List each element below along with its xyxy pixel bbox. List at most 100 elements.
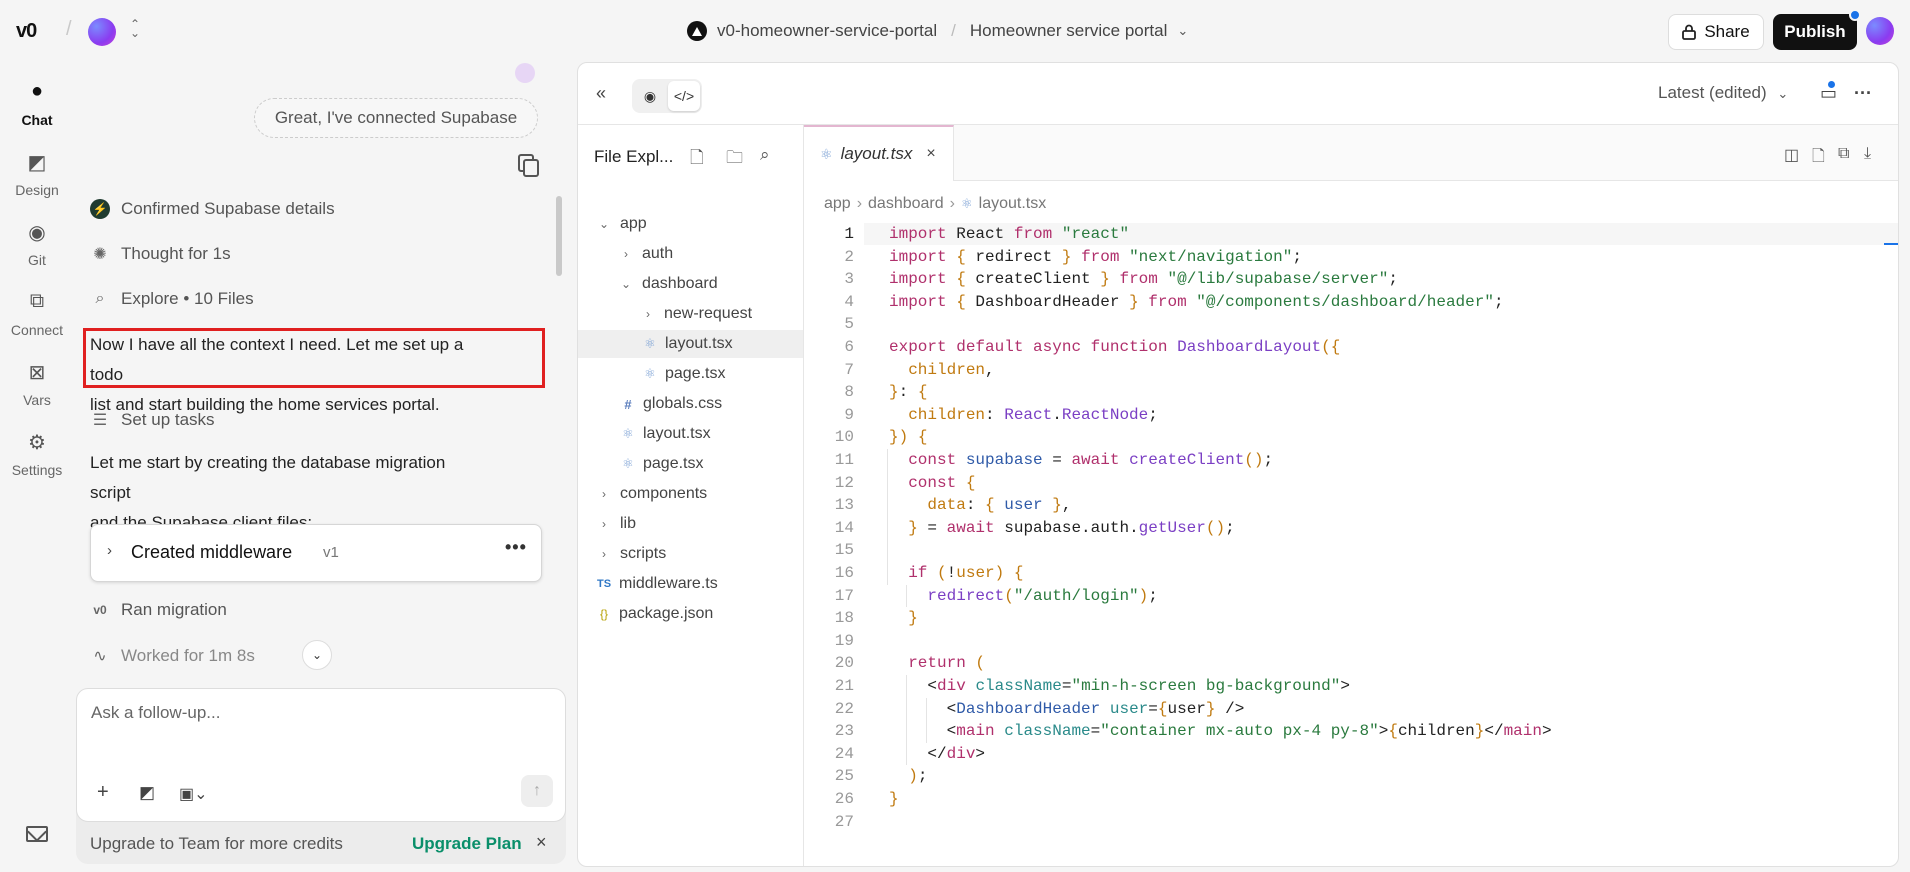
code-line[interactable]: 4 import { DashboardHeader } from "@/comp… xyxy=(804,291,1898,313)
code-line[interactable]: 25 ); xyxy=(804,765,1898,787)
chat-scrollbar[interactable] xyxy=(556,196,562,276)
code-line[interactable]: 2 import { redirect } from "next/navigati… xyxy=(804,246,1898,268)
code-line[interactable]: 26} xyxy=(804,788,1898,810)
collapse-chat-icon[interactable]: « xyxy=(596,83,606,104)
close-icon[interactable]: × xyxy=(536,832,547,853)
step-migration[interactable]: v0 Ran migration xyxy=(90,596,227,624)
line-number: 5 xyxy=(844,315,854,334)
tree-item-layout-tsx[interactable]: ⚛ layout.tsx xyxy=(578,330,803,358)
tree-item-lib[interactable]: › lib xyxy=(578,510,803,538)
tree-item-globals-css[interactable]: # globals.css xyxy=(578,390,803,418)
code-icon[interactable]: </> xyxy=(668,81,700,111)
more-icon[interactable]: ••• xyxy=(505,537,527,558)
code-line[interactable]: 23 <main className="container mx-auto px… xyxy=(804,720,1898,742)
tab-layout-tsx[interactable]: ⚛ layout.tsx × xyxy=(804,125,954,181)
code-line[interactable]: 15 xyxy=(804,539,1898,561)
crumb[interactable]: dashboard xyxy=(868,195,944,213)
tree-item-page-tsx[interactable]: ⚛ page.tsx xyxy=(578,450,803,478)
rail-item-connect[interactable]: ⧉ Connect xyxy=(0,290,74,338)
code-line[interactable]: 8}: { xyxy=(804,381,1898,403)
code-line[interactable]: 22 <DashboardHeader user={user} /> xyxy=(804,698,1898,720)
code-line[interactable]: 18 } xyxy=(804,607,1898,629)
tree-item-app[interactable]: ⌄ app xyxy=(578,210,803,238)
rail-item-git[interactable]: ◉ Git xyxy=(0,220,74,268)
user-avatar[interactable] xyxy=(1866,17,1894,45)
tree-item-layout-tsx[interactable]: ⚛ layout.tsx xyxy=(578,420,803,448)
scroll-down-button[interactable]: ⌄ xyxy=(302,640,332,670)
tree-item-new-request[interactable]: › new-request xyxy=(578,300,803,328)
upgrade-plan-link[interactable]: Upgrade Plan xyxy=(412,834,522,854)
copy-icon[interactable]: ⧉ xyxy=(1838,145,1849,163)
design-mode-icon[interactable]: ◩ xyxy=(139,783,155,803)
step-worked[interactable]: ∿ Worked for 1m 8s xyxy=(90,642,255,670)
step-explore[interactable]: ⌕ Explore • 10 Files xyxy=(90,285,254,313)
artifact-card[interactable]: › Created middleware v1 ••• xyxy=(90,524,542,582)
step-tasks[interactable]: ☰ Set up tasks xyxy=(90,406,215,434)
mail-icon[interactable] xyxy=(26,826,48,842)
design-icon: ◩ xyxy=(27,152,47,174)
brain-icon: ✺ xyxy=(93,246,107,263)
add-file-icon[interactable]: 🗋 xyxy=(1812,145,1825,172)
tree-item-page-tsx[interactable]: ⚛ page.tsx xyxy=(578,360,803,388)
code-line[interactable]: 14 } = await supabase.auth.getUser(); xyxy=(804,517,1898,539)
code-line[interactable]: 27 xyxy=(804,811,1898,833)
send-button[interactable]: ↑ xyxy=(521,775,553,807)
tree-item-package-json[interactable]: {} package.json xyxy=(578,600,803,628)
code-line[interactable]: 20 return ( xyxy=(804,652,1898,674)
code-line[interactable]: 13 data: { user }, xyxy=(804,494,1898,516)
line-number: 2 xyxy=(844,247,854,266)
new-folder-icon[interactable]: 🗀 xyxy=(726,145,743,174)
code-line[interactable]: 19 xyxy=(804,630,1898,652)
v0-logo[interactable]: v0 xyxy=(16,20,37,43)
rail-item-design[interactable]: ◩ Design xyxy=(0,150,74,198)
project-name[interactable]: v0-homeowner-service-portal xyxy=(717,21,937,41)
plus-icon[interactable]: + xyxy=(97,781,109,804)
tree-item-auth[interactable]: › auth xyxy=(578,240,803,268)
tree-item-scripts[interactable]: › scripts xyxy=(578,540,803,568)
switcher-icon[interactable]: ⌃ ⌄ xyxy=(130,18,140,39)
rail-item-chat[interactable]: ● Chat xyxy=(0,80,74,128)
preview-icon[interactable]: ◉ xyxy=(634,81,666,111)
chat-title[interactable]: Homeowner service portal xyxy=(970,21,1167,41)
chat-input[interactable] xyxy=(91,703,531,723)
close-icon[interactable]: × xyxy=(926,145,935,163)
download-icon[interactable]: ⤓ xyxy=(1864,145,1871,163)
tree-item-middleware-ts[interactable]: TS middleware.ts xyxy=(578,570,803,598)
crumb[interactable]: app xyxy=(824,195,851,213)
split-view-icon[interactable]: ◫ xyxy=(1784,145,1799,165)
new-file-icon[interactable]: 🗋 xyxy=(690,145,704,174)
code-line[interactable]: 1 import React from "react" xyxy=(804,223,1898,245)
team-avatar[interactable] xyxy=(88,18,116,46)
line-number: 13 xyxy=(834,496,854,515)
crumb[interactable]: layout.tsx xyxy=(979,195,1047,213)
code-line[interactable]: 10}) { xyxy=(804,426,1898,448)
step-thought[interactable]: ✺ Thought for 1s xyxy=(90,240,230,268)
code-line[interactable]: 11 const supabase = await createClient()… xyxy=(804,449,1898,471)
code-line[interactable]: 6 export default async function Dashboard… xyxy=(804,336,1898,358)
tree-item-dashboard[interactable]: ⌄ dashboard xyxy=(578,270,803,298)
step-confirmed[interactable]: ⚡ Confirmed Supabase details xyxy=(90,195,335,223)
more-icon[interactable]: ··· xyxy=(1854,83,1872,104)
code-line[interactable]: 9 children: React.ReactNode; xyxy=(804,404,1898,426)
rail-label: Chat xyxy=(21,112,53,128)
code-line[interactable]: 3 import { createClient } from "@/lib/sup… xyxy=(804,268,1898,290)
chevron-down-icon[interactable]: ⌄ xyxy=(1177,23,1188,39)
code-line[interactable]: 7 children, xyxy=(804,359,1898,381)
code-line[interactable]: 21 <div className="min-h-screen bg-backg… xyxy=(804,675,1898,697)
search-icon[interactable]: ⌕ xyxy=(760,145,770,165)
publish-button[interactable]: Publish xyxy=(1773,14,1857,50)
code-line[interactable]: 24 </div> xyxy=(804,743,1898,765)
model-select-icon[interactable]: ▣⌄ xyxy=(179,784,208,804)
rail-label: Vars xyxy=(23,392,51,408)
chevron-right-icon: › xyxy=(624,247,628,261)
code-line[interactable]: 16 if (!user) { xyxy=(804,562,1898,584)
code-line[interactable]: 17 redirect("/auth/login"); xyxy=(804,585,1898,607)
code-line[interactable]: 5 xyxy=(804,313,1898,335)
code-line[interactable]: 12 const { xyxy=(804,472,1898,494)
version-select[interactable]: Latest (edited) ⌄ xyxy=(1658,83,1788,103)
rail-item-settings[interactable]: ⚙ Settings xyxy=(0,430,74,478)
rail-item-vars[interactable]: ⊠ Vars xyxy=(0,360,74,408)
share-button[interactable]: Share xyxy=(1668,14,1764,50)
copy-icon[interactable] xyxy=(518,154,539,177)
tree-item-components[interactable]: › components xyxy=(578,480,803,508)
